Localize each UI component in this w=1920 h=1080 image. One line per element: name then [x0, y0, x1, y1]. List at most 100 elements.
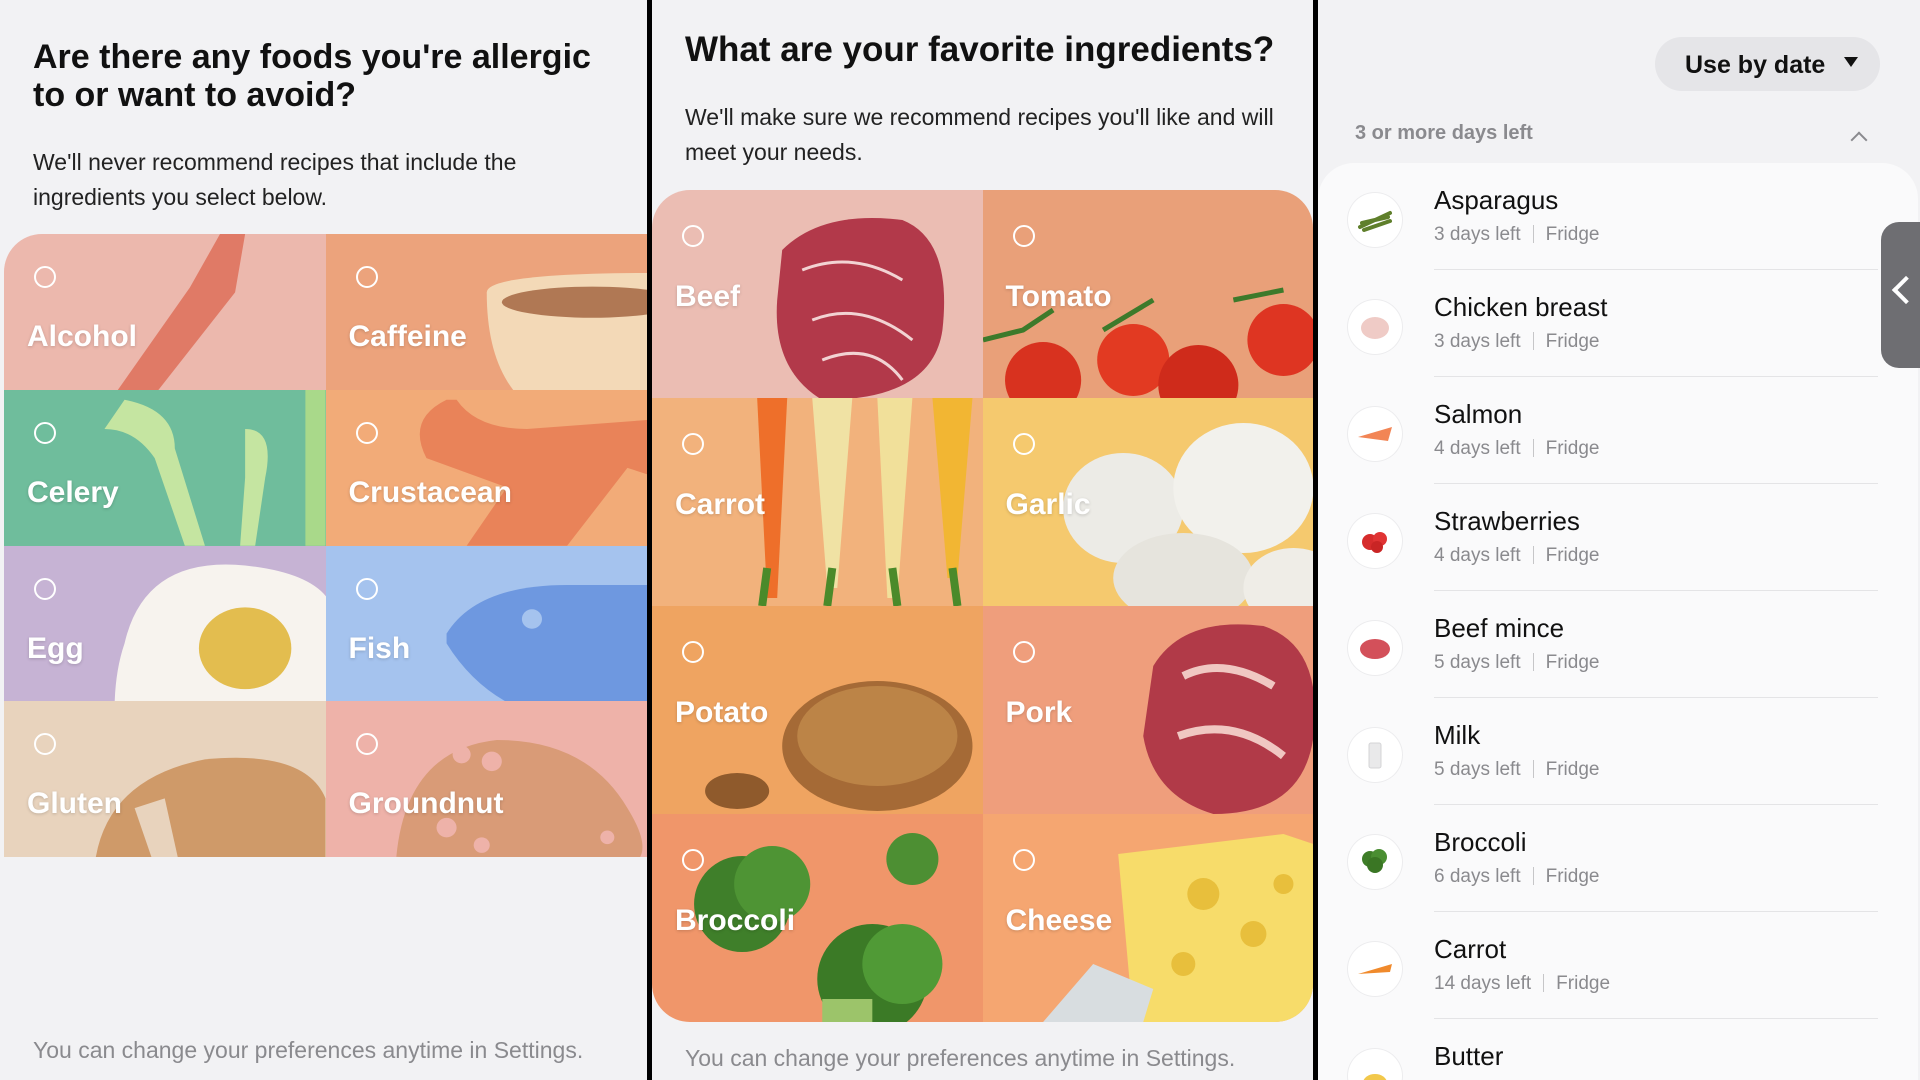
- radio-circle[interactable]: [1012, 433, 1035, 455]
- item-name: Beef mince: [1434, 613, 1565, 643]
- radio-circle[interactable]: [682, 433, 704, 455]
- broccoli-icon: [1348, 835, 1402, 889]
- days-left: 14 days left: [1434, 973, 1532, 994]
- option-potato[interactable]: Potato: [652, 606, 983, 814]
- option-carrot[interactable]: Carrot: [652, 398, 983, 606]
- item-meta: 4 days left Fridge: [1434, 545, 1599, 567]
- chevron-up-icon[interactable]: [1850, 131, 1868, 149]
- item-meta: 5 days left Fridge: [1434, 759, 1599, 781]
- radio-circle[interactable]: [682, 225, 704, 247]
- page-title: Are there any foods you're allergic to o…: [33, 38, 591, 114]
- radio-circle[interactable]: [355, 577, 378, 600]
- settings-hint: You can change your preferences anytime …: [33, 1037, 584, 1063]
- list-item[interactable]: Strawberries 4 days left Fridge: [1318, 484, 1878, 591]
- option-groundnut[interactable]: Groundnut: [325, 701, 647, 858]
- chevron-left-icon: [1891, 275, 1920, 305]
- milk-icon: [1348, 728, 1402, 782]
- item-name: Strawberries: [1434, 506, 1580, 536]
- edge-panel-handle[interactable]: [1881, 222, 1920, 368]
- option-label: Groundnut: [348, 787, 504, 821]
- option-label: Cheese: [1005, 904, 1113, 937]
- option-label: Tomato: [1005, 280, 1112, 313]
- chicken-breast-icon: [1348, 300, 1402, 354]
- list-item[interactable]: Beef mince 5 days left Fridge: [1318, 591, 1878, 698]
- bread-icon: [95, 758, 326, 858]
- sort-dropdown[interactable]: Use by date: [1655, 37, 1880, 91]
- list-item[interactable]: Milk 5 days left Fridge: [1318, 698, 1878, 805]
- page-title: What are your favorite ingredients?: [685, 30, 1275, 69]
- strawberries-icon: [1348, 514, 1402, 568]
- radio-circle[interactable]: [355, 421, 378, 444]
- list-item[interactable]: Carrot 14 days left Fridge: [1318, 912, 1878, 1019]
- list-item[interactable]: Butter: [1318, 1019, 1878, 1080]
- option-label: Broccoli: [675, 904, 796, 937]
- storage-location: Fridge: [1545, 652, 1600, 673]
- item-name: Carrot: [1434, 934, 1507, 964]
- allergy-screen: Are there any foods you're allergic to o…: [0, 0, 647, 1080]
- sort-label: Use by date: [1685, 51, 1826, 79]
- radio-circle[interactable]: [1012, 225, 1035, 247]
- option-gluten[interactable]: Gluten: [4, 701, 326, 858]
- radio-circle[interactable]: [34, 577, 56, 600]
- option-celery[interactable]: Celery: [4, 389, 326, 546]
- days-left: 4 days left: [1434, 438, 1521, 459]
- radio-circle[interactable]: [1012, 849, 1035, 871]
- favorites-screen: What are your favorite ingredients? We'l…: [652, 0, 1313, 1080]
- fish-icon: [446, 584, 647, 702]
- option-label: Celery: [27, 475, 119, 509]
- option-crustacean[interactable]: Crustacean: [325, 389, 647, 546]
- item-name: Asparagus: [1434, 185, 1559, 215]
- storage-location: Fridge: [1545, 759, 1600, 780]
- list-item[interactable]: Broccoli 6 days left Fridge: [1318, 805, 1878, 912]
- option-alcohol[interactable]: Alcohol: [4, 234, 326, 390]
- item-meta: 14 days left Fridge: [1434, 973, 1610, 995]
- option-egg[interactable]: Egg: [4, 545, 326, 702]
- days-left: 4 days left: [1434, 545, 1521, 566]
- radio-circle[interactable]: [355, 266, 378, 288]
- option-beef[interactable]: Beef: [652, 190, 983, 398]
- days-left: 3 days left: [1434, 331, 1521, 352]
- item-name: Milk: [1434, 720, 1481, 750]
- storage-location: Fridge: [1556, 973, 1611, 994]
- option-label: Caffeine: [348, 320, 467, 353]
- days-left: 3 days left: [1434, 224, 1521, 245]
- option-garlic[interactable]: Garlic: [982, 398, 1313, 606]
- option-label: Pork: [1005, 696, 1073, 729]
- list-item[interactable]: Salmon 4 days left Fridge: [1318, 377, 1878, 484]
- option-pork[interactable]: Pork: [982, 606, 1313, 814]
- lobster-icon: [419, 399, 647, 546]
- option-label: Carrot: [675, 488, 766, 521]
- page-description: We'll never recommend recipes that inclu…: [33, 149, 517, 210]
- list-item[interactable]: Asparagus 3 days left Fridge: [1318, 163, 1878, 270]
- inventory-screen: Use by date 3 or more days left Asparagu…: [1318, 0, 1920, 1080]
- allergy-options-grid: Alcohol Caffeine Celery Crustacean Egg F…: [4, 234, 647, 1013]
- coffee-cup-icon: [486, 272, 647, 390]
- radio-circle[interactable]: [682, 849, 704, 871]
- storage-location: Fridge: [1545, 224, 1600, 245]
- days-left: 5 days left: [1434, 652, 1521, 673]
- peanut-icon: [395, 740, 642, 858]
- radio-circle[interactable]: [682, 641, 704, 663]
- days-left: 5 days left: [1434, 759, 1521, 780]
- option-label: Gluten: [27, 787, 122, 821]
- radio-circle[interactable]: [355, 733, 378, 756]
- favorites-options-grid: Beef Tomato Carrot Garlic Potato Pork Br…: [652, 190, 1313, 1022]
- item-meta: 4 days left Fridge: [1434, 438, 1599, 460]
- item-meta: 3 days left Fridge: [1434, 224, 1599, 246]
- list-item[interactable]: Chicken breast 3 days left Fridge: [1318, 270, 1878, 377]
- option-cheese[interactable]: Cheese: [982, 814, 1313, 1022]
- radio-circle[interactable]: [34, 421, 56, 444]
- option-tomato[interactable]: Tomato: [982, 190, 1313, 398]
- item-name: Chicken breast: [1434, 292, 1608, 322]
- option-broccoli[interactable]: Broccoli: [652, 814, 983, 1022]
- salmon-icon: [1348, 407, 1402, 461]
- item-meta: 6 days left Fridge: [1434, 866, 1599, 888]
- beef-mince-icon: [1348, 621, 1402, 675]
- section-header: 3 or more days left: [1355, 122, 1533, 144]
- item-meta: 3 days left Fridge: [1434, 331, 1599, 353]
- radio-circle[interactable]: [1012, 641, 1035, 663]
- radio-circle[interactable]: [34, 266, 56, 288]
- option-caffeine[interactable]: Caffeine: [325, 234, 647, 390]
- option-fish[interactable]: Fish: [325, 545, 647, 702]
- storage-location: Fridge: [1545, 866, 1600, 887]
